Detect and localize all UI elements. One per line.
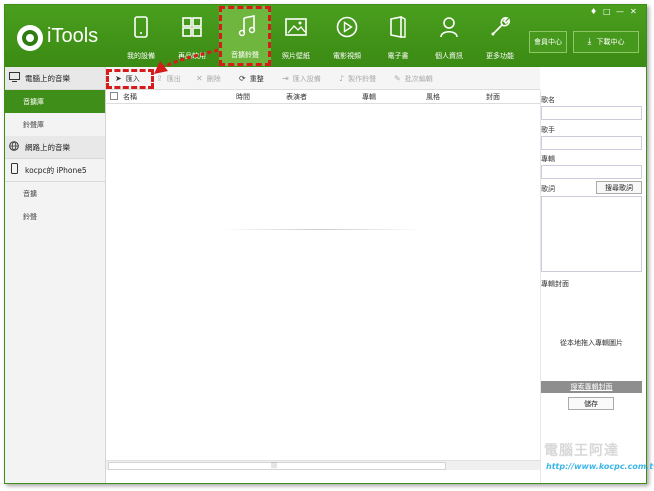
batch-edit-icon: ✎ — [394, 74, 401, 83]
itools-logo-icon — [17, 25, 43, 51]
wrench-icon — [488, 15, 512, 39]
scrollbar-grip-icon: ||| — [271, 462, 278, 469]
search-lyrics-button[interactable]: 搜尋歌詞 — [596, 181, 642, 194]
horizontal-scrollbar[interactable]: ||| — [106, 460, 540, 470]
member-center-button[interactable]: 會員中心 — [529, 31, 567, 53]
album-cover-label: 專輯封面 — [541, 280, 569, 288]
artist-field[interactable] — [541, 136, 642, 150]
top-bar: iTools 我的設備 再品軟用 音擴鈴聲 照片壁紙 電影視頻 電子書 個人資訊… — [5, 5, 646, 67]
album-field[interactable] — [541, 165, 642, 179]
make-ringtone-button[interactable]: ♪ 製作鈴聲 — [339, 72, 376, 85]
sidebar-item-music-library[interactable]: 音擴庫 — [5, 90, 105, 113]
save-button[interactable]: 儲存 — [568, 397, 614, 410]
nav-videos[interactable]: 電影視頻 — [323, 7, 371, 65]
sidebar-section-iphone[interactable]: kocpc的 iPhone5 — [5, 159, 105, 182]
column-artist[interactable]: 表演者 — [286, 92, 307, 102]
monitor-icon — [7, 71, 21, 85]
drag-cover-hint[interactable]: 從本地拖入專輯圖片 — [541, 338, 642, 348]
phone-icon — [129, 15, 153, 39]
ringtone-icon: ♪ — [339, 74, 345, 83]
globe-icon — [7, 140, 21, 154]
search-cover-button[interactable]: 搜索專輯封面 — [541, 381, 642, 393]
song-name-field[interactable] — [541, 106, 642, 120]
sidebar: 電腦上的音樂 音擴庫 鈴聲庫 網路上的音樂 kocpc的 iPhone5 音擴 … — [5, 67, 106, 483]
book-icon — [386, 15, 410, 39]
song-list[interactable] — [106, 104, 540, 460]
import-icon: ➤ — [115, 74, 122, 83]
select-all-checkbox[interactable] — [110, 92, 118, 100]
column-album[interactable]: 專輯 — [362, 92, 376, 102]
lyrics-field[interactable] — [541, 196, 642, 272]
nav-photos[interactable]: 照片壁紙 — [272, 7, 320, 65]
download-center-label: 下載中心 — [596, 38, 625, 46]
column-time[interactable]: 時間 — [236, 92, 250, 102]
app-name: iTools — [47, 25, 99, 47]
annotation-arrow — [154, 48, 219, 74]
sidebar-item-device-music[interactable]: 音擴 — [5, 182, 105, 205]
music-icon — [235, 14, 259, 38]
download-center-button[interactable]: ⤓ 下載中心 — [573, 31, 639, 53]
import-device-icon: ⇥ — [282, 74, 289, 83]
import-to-device-button[interactable]: ⇥ 匯入設備 — [282, 72, 321, 85]
batch-edit-button[interactable]: ✎ 批次編輯 — [394, 72, 433, 85]
nav-more-functions[interactable]: 更多功能 — [476, 7, 524, 65]
photo-icon — [284, 15, 308, 39]
download-icon: ⤓ — [587, 37, 592, 47]
column-name[interactable]: 名稱 — [123, 92, 137, 102]
column-genre[interactable]: 風格 — [426, 92, 440, 102]
album-label: 專輯 — [541, 155, 555, 163]
sidebar-section-pc-music[interactable]: 電腦上的音樂 — [5, 67, 105, 90]
iphone-icon — [7, 163, 21, 177]
refresh-button[interactable]: ⟳ 重整 — [239, 72, 264, 85]
empty-divider — [221, 229, 421, 230]
minimize-icon[interactable]: — — [616, 7, 624, 16]
maximize-icon[interactable]: □ — [603, 7, 611, 16]
play-icon — [335, 15, 359, 39]
sidebar-item-ringtone-library[interactable]: 鈴聲庫 — [5, 113, 105, 136]
lyrics-label: 歌詞 — [541, 185, 555, 193]
sidebar-item-device-ringtones[interactable]: 鈴聲 — [5, 205, 105, 228]
column-cover[interactable]: 封面 — [486, 92, 500, 102]
song-name-label: 歌名 — [541, 96, 555, 104]
skin-icon[interactable]: ♦ — [590, 7, 597, 16]
import-button[interactable]: ➤ 匯入 — [115, 72, 140, 85]
nav-personal-info[interactable]: 個人資訊 — [425, 7, 473, 65]
song-details-panel: 歌名 歌手 專輯 歌詞 搜尋歌詞 專輯封面 從本地拖入專輯圖片 搜索專輯封面 儲… — [540, 90, 646, 483]
apps-icon — [180, 15, 204, 39]
person-icon — [437, 15, 461, 39]
table-header: 名稱 時間 表演者 專輯 風格 封面 — [106, 90, 540, 104]
watermark-url: http://www.kocpc.com.tw — [546, 462, 654, 471]
nav-music[interactable]: 音擴鈴聲 — [219, 6, 271, 66]
watermark-brand: 電腦王阿達 — [544, 443, 619, 459]
watermark: 電腦王阿達 http://www.kocpc.com.tw — [510, 440, 654, 480]
itools-window: iTools 我的設備 再品軟用 音擴鈴聲 照片壁紙 電影視頻 電子書 個人資訊… — [4, 4, 647, 484]
sidebar-section-online-music[interactable]: 網路上的音樂 — [5, 136, 105, 159]
refresh-icon: ⟳ — [239, 74, 246, 83]
artist-label: 歌手 — [541, 126, 555, 134]
nav-ebooks[interactable]: 電子書 — [374, 7, 422, 65]
close-icon[interactable]: ✕ — [630, 7, 637, 16]
